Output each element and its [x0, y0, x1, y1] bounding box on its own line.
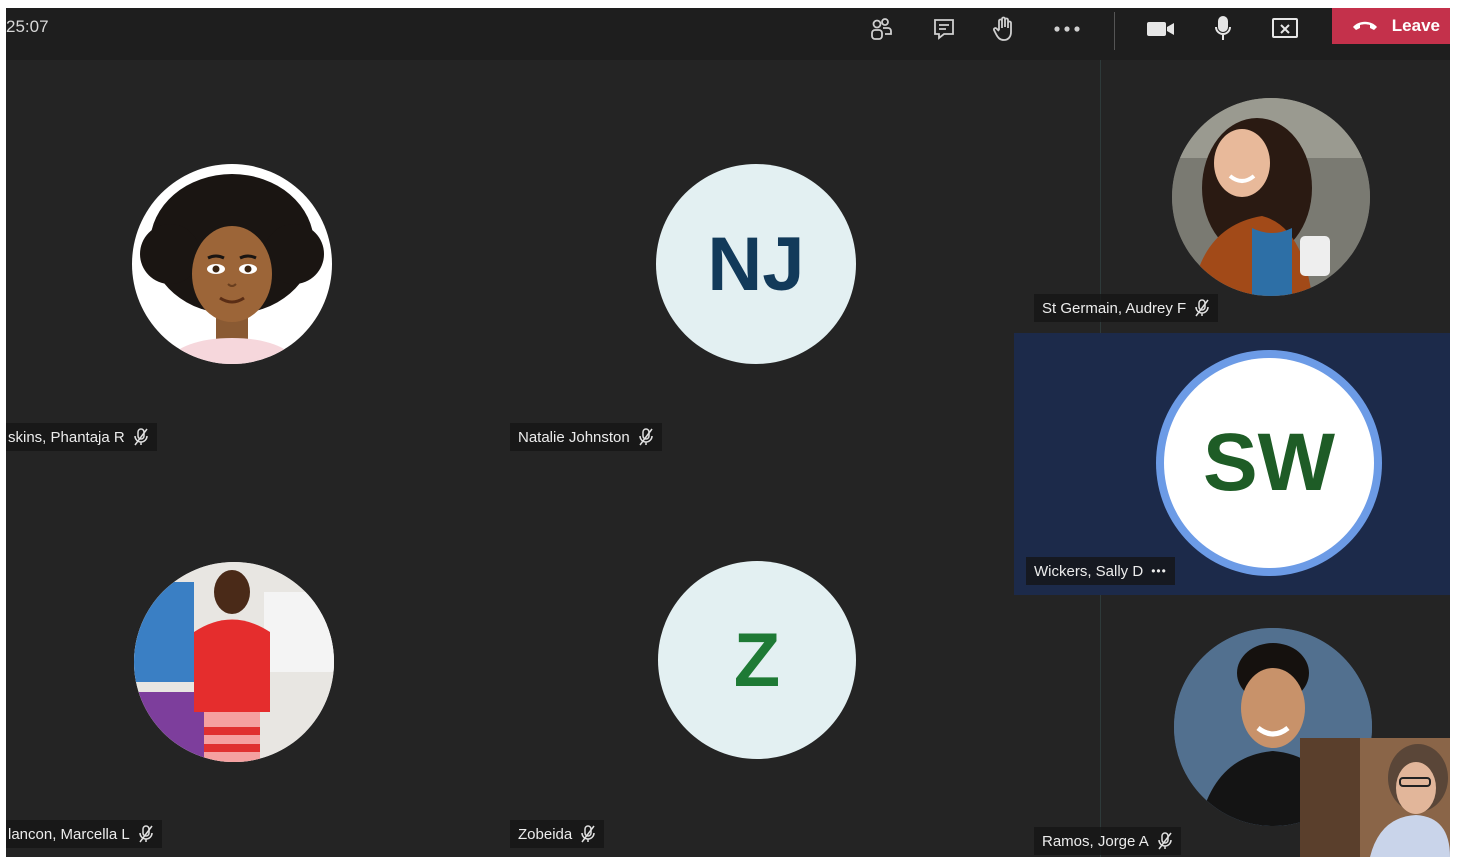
participant-tile-marcella[interactable]: lancon, Marcella L	[6, 460, 506, 857]
participant-name: Natalie Johnston	[518, 428, 630, 446]
participant-photo	[1172, 98, 1370, 296]
mic-muted-icon	[1194, 299, 1210, 317]
camera-icon[interactable]	[1141, 12, 1181, 46]
speaking-ring: SW	[1156, 350, 1382, 576]
leave-label: Leave	[1391, 16, 1440, 35]
participant-name: St Germain, Audrey F	[1042, 299, 1187, 317]
participant-tile-zobeida[interactable]: Z Zobeida	[506, 460, 1014, 857]
nameplate: Zobeida	[510, 820, 605, 848]
nameplate: Natalie Johnston	[510, 423, 662, 451]
initials-avatar: SW	[1164, 358, 1374, 568]
initials-text: SW	[1202, 417, 1336, 508]
mic-muted-icon	[1157, 832, 1173, 850]
nameplate: lancon, Marcella L	[6, 820, 162, 848]
stop-share-icon[interactable]	[1265, 12, 1305, 46]
mic-muted-icon	[133, 428, 149, 446]
participant-name: Wickers, Sally D	[1034, 562, 1144, 580]
nameplate: St Germain, Audrey F	[1034, 294, 1219, 322]
microphone-icon[interactable]	[1203, 12, 1243, 46]
mic-muted-icon	[138, 825, 154, 843]
mic-muted-icon	[580, 825, 596, 843]
cartoon-avatar	[132, 164, 332, 364]
participant-name: Zobeida	[518, 825, 573, 843]
participant-photo	[134, 562, 334, 762]
raise-hand-icon[interactable]	[984, 12, 1024, 46]
initials-avatar: Z	[658, 561, 856, 759]
chat-icon[interactable]	[924, 12, 964, 46]
participant-name: Ramos, Jorge A	[1042, 832, 1149, 850]
meeting-timer: 25:07	[6, 17, 49, 36]
initials-avatar: NJ	[656, 164, 856, 364]
self-view-preview[interactable]	[1300, 738, 1450, 857]
initials-text: NJ	[707, 221, 805, 307]
initials-text: Z	[733, 617, 781, 703]
participant-name: skins, Phantaja R	[8, 428, 125, 446]
nameplate: skins, Phantaja R	[6, 423, 157, 451]
participant-name: lancon, Marcella L	[8, 825, 130, 843]
mic-muted-icon	[638, 428, 654, 446]
more-options-icon[interactable]: •••	[1151, 564, 1167, 578]
participant-tile-natalie[interactable]: NJ Natalie Johnston	[506, 60, 1014, 460]
toolbar-divider	[1114, 12, 1115, 50]
meeting-stage: 25:07 Leave skins, Phantaja R NJ Natalie…	[6, 8, 1450, 857]
participant-tile-sally[interactable]: SW Wickers, Sally D •••	[1014, 333, 1450, 595]
hang-up-icon	[1352, 16, 1378, 36]
nameplate: Wickers, Sally D •••	[1026, 557, 1175, 585]
more-actions-icon[interactable]	[1047, 12, 1087, 46]
participant-tile-phantaja[interactable]: skins, Phantaja R	[6, 60, 506, 460]
nameplate: Ramos, Jorge A	[1034, 827, 1181, 855]
participant-tile-audrey[interactable]: St Germain, Audrey F	[1014, 60, 1450, 333]
meeting-toolbar: 25:07 Leave	[6, 8, 1450, 60]
participants-icon[interactable]	[861, 12, 901, 46]
leave-button[interactable]: Leave	[1332, 8, 1450, 44]
